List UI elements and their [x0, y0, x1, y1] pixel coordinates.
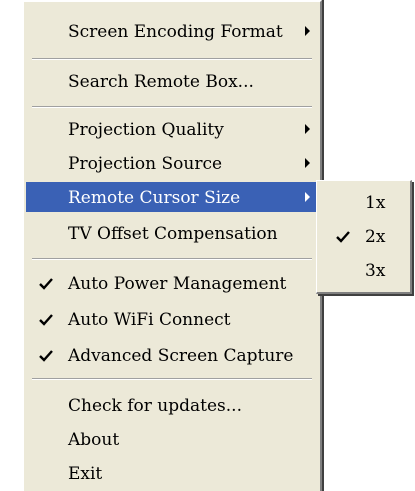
menu-item-remote-cursor-size[interactable]: Remote Cursor Size [26, 182, 318, 212]
checkmark-icon [39, 350, 53, 362]
menu-item-tv-offset-compensation[interactable]: TV Offset Compensation [26, 218, 318, 248]
menu-item-exit[interactable]: Exit [26, 458, 318, 488]
submenu-arrow-icon [305, 26, 310, 36]
menu-separator [32, 258, 312, 260]
menu-item-label: About [68, 430, 120, 450]
checkmark-icon [336, 231, 350, 243]
menu-item-search-remote-box[interactable]: Search Remote Box... [26, 66, 318, 96]
menu-item-label: Search Remote Box... [68, 72, 254, 92]
menu-item-label: Auto Power Management [68, 274, 287, 294]
menu-item-label: Projection Source [68, 154, 223, 174]
menu-separator [32, 106, 312, 108]
menu-item-label: Exit [68, 464, 103, 484]
submenu-arrow-icon [305, 192, 310, 202]
submenu-arrow-icon [305, 124, 310, 134]
menu-item-screen-encoding-format[interactable]: Screen Encoding Format [26, 16, 318, 46]
menu-item-label: Screen Encoding Format [68, 22, 283, 42]
menu-item-label: Auto WiFi Connect [68, 310, 231, 330]
checkmark-icon [39, 278, 53, 290]
menu-item-about[interactable]: About [26, 424, 318, 454]
cursor-size-submenu: 1x 2x 3x [316, 180, 412, 294]
menu-separator [32, 378, 312, 380]
menu-item-label: TV Offset Compensation [68, 224, 278, 244]
menu-item-projection-quality[interactable]: Projection Quality [26, 114, 318, 144]
menu-item-auto-power-management[interactable]: Auto Power Management [26, 268, 318, 298]
menu-item-check-for-updates[interactable]: Check for updates... [26, 390, 318, 420]
menu-item-auto-wifi-connect[interactable]: Auto WiFi Connect [26, 304, 318, 334]
submenu-arrow-icon [305, 158, 310, 168]
menu-item-label: Check for updates... [68, 396, 242, 416]
menu-separator [32, 58, 312, 60]
menu-item-projection-source[interactable]: Projection Source [26, 148, 318, 178]
menu-item-label: Projection Quality [68, 120, 224, 140]
submenu-item-label: 2x [365, 227, 386, 247]
submenu-item-2x[interactable]: 2x [319, 221, 407, 251]
submenu-item-label: 3x [365, 261, 386, 281]
submenu-item-3x[interactable]: 3x [319, 255, 407, 285]
context-menu: Screen Encoding Format Search Remote Box… [22, 0, 322, 491]
menu-item-advanced-screen-capture[interactable]: Advanced Screen Capture [26, 340, 318, 370]
submenu-item-1x[interactable]: 1x [319, 187, 407, 217]
menu-item-label: Remote Cursor Size [68, 188, 241, 208]
submenu-item-label: 1x [365, 193, 386, 213]
menu-item-label: Advanced Screen Capture [68, 346, 294, 366]
checkmark-icon [39, 314, 53, 326]
